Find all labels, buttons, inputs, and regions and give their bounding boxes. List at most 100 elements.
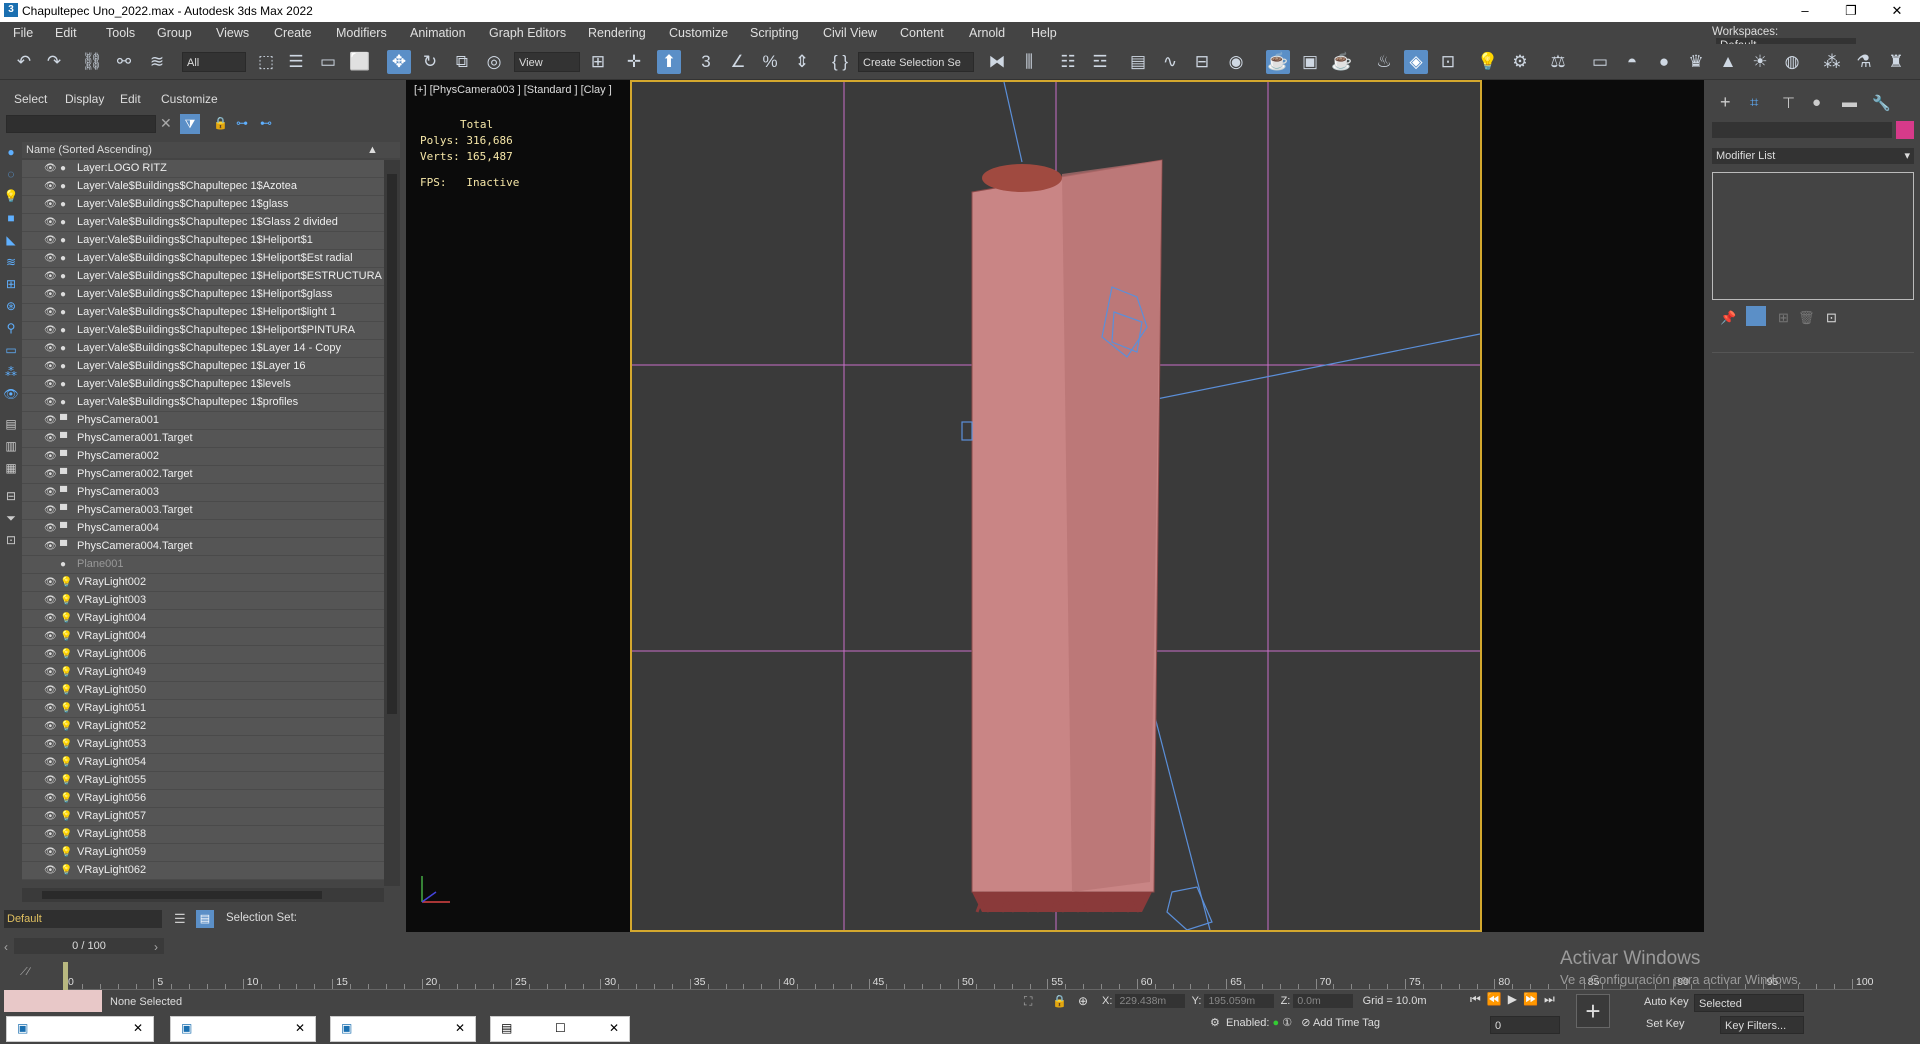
go-to-end-icon[interactable]: ⏭: [1544, 992, 1561, 1006]
filter-funnel-icon[interactable]: ⏷: [3, 510, 19, 526]
vray-spot-icon[interactable]: ▲: [1716, 50, 1740, 74]
list-item[interactable]: 👁 💡 VRayLight055: [22, 772, 384, 790]
vray-physical-camera-icon[interactable]: ♜: [1884, 50, 1908, 74]
explorer-column-header[interactable]: Name (Sorted Ascending) ▲ Fro:: [22, 142, 400, 172]
lock-icon[interactable]: 🔒: [213, 116, 228, 130]
visibility-eye-icon[interactable]: 👁: [44, 502, 57, 519]
list-item[interactable]: 👁 ▀ PhysCamera004: [22, 520, 384, 538]
explorer-menu-select[interactable]: Select: [14, 92, 47, 106]
name-column-header[interactable]: Name (Sorted Ascending): [26, 142, 152, 158]
visibility-eye-icon[interactable]: 👁: [44, 682, 57, 699]
menu-civil-view[interactable]: Civil View: [823, 26, 877, 40]
configure-modifier-sets-icon[interactable]: ⊡: [1826, 310, 1837, 326]
select-scale-icon[interactable]: ⧉: [450, 50, 474, 74]
display-particles-icon[interactable]: ⁂: [3, 364, 19, 380]
time-prev-icon[interactable]: ‹: [4, 940, 8, 954]
display-groups-icon[interactable]: ⊞: [3, 276, 19, 292]
explorer-menu-display[interactable]: Display: [65, 92, 104, 106]
angle-snap-icon[interactable]: ∠: [726, 50, 750, 74]
enabled-indicator-icon[interactable]: ●: [1273, 1017, 1280, 1029]
make-unique-icon[interactable]: ⊞: [1778, 310, 1789, 326]
x-field[interactable]: 229.438m: [1115, 994, 1186, 1008]
visibility-eye-icon[interactable]: 👁: [44, 862, 57, 879]
visibility-eye-icon[interactable]: 👁: [44, 646, 57, 663]
spinner-snap-icon[interactable]: ⇕: [790, 50, 814, 74]
z-field[interactable]: 0.0m: [1293, 994, 1354, 1008]
list-item[interactable]: 👁 ● Layer:Vale$Buildings$Chapultepec 1$Hel…: [22, 286, 384, 304]
motion-tab-icon[interactable]: ●: [1812, 94, 1821, 111]
menu-help[interactable]: Help: [1031, 26, 1057, 40]
list-item[interactable]: 👁 ● Layer:Vale$Buildings$Chapultepec 1$Hel…: [22, 232, 384, 250]
visibility-eye-icon[interactable]: 👁: [44, 790, 57, 807]
visibility-eye-icon[interactable]: 👁: [44, 322, 57, 339]
time-next-icon[interactable]: ›: [154, 940, 158, 954]
list-item[interactable]: 👁 💡 VRayLight051: [22, 700, 384, 718]
material-editor-icon[interactable]: ◉: [1224, 50, 1248, 74]
absolute-mode-icon[interactable]: ⊕: [1078, 994, 1088, 1008]
select-move-icon[interactable]: ✥: [387, 50, 411, 74]
display-tab-icon[interactable]: ▬: [1842, 94, 1857, 111]
named-selection-dropdown[interactable]: Create Selection Se: [858, 52, 974, 72]
vray-lights-icon[interactable]: ⚙: [1508, 50, 1532, 74]
minimized-window-3[interactable]: ▣ ✕: [330, 1016, 476, 1042]
toggle-panel-icon[interactable]: ⊡: [3, 532, 19, 548]
list-item[interactable]: 👁 ● Layer:Vale$Buildings$Chapultepec 1$pro…: [22, 394, 384, 412]
list-item[interactable]: 👁 ● Layer:LOGO RITZ: [22, 160, 384, 178]
rendered-frame-window-icon[interactable]: ▣: [1298, 50, 1322, 74]
list-item[interactable]: 👁 💡 VRayLight054: [22, 754, 384, 772]
visibility-eye-icon[interactable]: 👁: [44, 412, 57, 429]
display-dependents-icon[interactable]: ▦: [3, 460, 19, 476]
vray-toolbar-icon[interactable]: ⚖: [1546, 50, 1570, 74]
go-to-start-icon[interactable]: ⏮: [1470, 992, 1487, 1006]
display-bones-icon[interactable]: ⚲: [3, 320, 19, 336]
toggle-layer-explorer-icon[interactable]: ☲: [1088, 50, 1112, 74]
list-item[interactable]: 👁 💡 VRayLight049: [22, 664, 384, 682]
visibility-eye-icon[interactable]: 👁: [44, 574, 57, 591]
visibility-eye-icon[interactable]: 👁: [44, 736, 57, 753]
current-frame-field[interactable]: 0: [1490, 1016, 1560, 1034]
menu-views[interactable]: Views: [216, 26, 249, 40]
visibility-eye-icon[interactable]: 👁: [44, 394, 57, 411]
key-filters-button[interactable]: Key Filters...: [1720, 1016, 1804, 1034]
curve-editor-icon[interactable]: ∿: [1158, 50, 1182, 74]
list-item[interactable]: 👁 💡 VRayLight050: [22, 682, 384, 700]
list-item[interactable]: 👁 💡 VRayLight056: [22, 790, 384, 808]
visibility-eye-icon[interactable]: 👁: [44, 772, 57, 789]
minimized-window-4[interactable]: ▤ ☐ ✕: [490, 1016, 630, 1042]
explorer-search-input[interactable]: [6, 115, 156, 133]
visibility-eye-icon[interactable]: 👁: [44, 826, 57, 843]
display-xrefs-icon[interactable]: ⊛: [3, 298, 19, 314]
menu-arnold[interactable]: Arnold: [969, 26, 1005, 40]
select-place-icon[interactable]: ◎: [482, 50, 506, 74]
list-item[interactable]: 👁 ● Layer:Vale$Buildings$Chapultepec 1$Hel…: [22, 268, 384, 286]
display-geometry-icon[interactable]: ●: [3, 144, 19, 160]
visibility-eye-icon[interactable]: 👁: [44, 664, 57, 681]
explorer-menu-edit[interactable]: Edit: [120, 92, 141, 106]
minimized-window-2[interactable]: ▣ ✕: [170, 1016, 316, 1042]
clear-search-icon[interactable]: ✕: [160, 115, 172, 132]
object-color-swatch[interactable]: [1896, 121, 1914, 139]
layers-icon[interactable]: ☰: [174, 911, 186, 927]
visibility-eye-icon[interactable]: 👁: [44, 160, 57, 177]
display-cameras-icon[interactable]: ■: [3, 210, 19, 226]
select-rotate-icon[interactable]: ↻: [418, 50, 442, 74]
visibility-eye-icon[interactable]: 👁: [44, 754, 57, 771]
visibility-eye-icon[interactable]: 👁: [44, 268, 57, 285]
vray-plane-icon[interactable]: ▭: [1588, 50, 1612, 74]
visibility-eye-icon[interactable]: 👁: [44, 304, 57, 321]
list-item[interactable]: 👁 💡 VRayLight003: [22, 592, 384, 610]
hierarchy-icon[interactable]: ⊶: [236, 116, 248, 130]
isolate-selection-icon[interactable]: ⛶: [1024, 994, 1032, 1009]
list-item[interactable]: 👁 💡 VRayLight004: [22, 610, 384, 628]
select-by-name-icon[interactable]: ☰: [284, 50, 308, 74]
list-item[interactable]: 👁 💡 VRayLight002: [22, 574, 384, 592]
redo-icon[interactable]: ↷: [42, 50, 66, 74]
show-end-result-icon[interactable]: [1746, 306, 1766, 326]
list-item[interactable]: 👁 ▀ PhysCamera002: [22, 448, 384, 466]
vray-sphere-light-icon[interactable]: ●: [1652, 50, 1676, 74]
explorer-vertical-scrollbar[interactable]: [384, 160, 400, 886]
snaps-toggle-icon[interactable]: 3: [694, 50, 718, 74]
vray-ambient-icon[interactable]: ◍: [1780, 50, 1804, 74]
list-item[interactable]: 👁 💡 VRayLight006: [22, 646, 384, 664]
menu-group[interactable]: Group: [157, 26, 192, 40]
